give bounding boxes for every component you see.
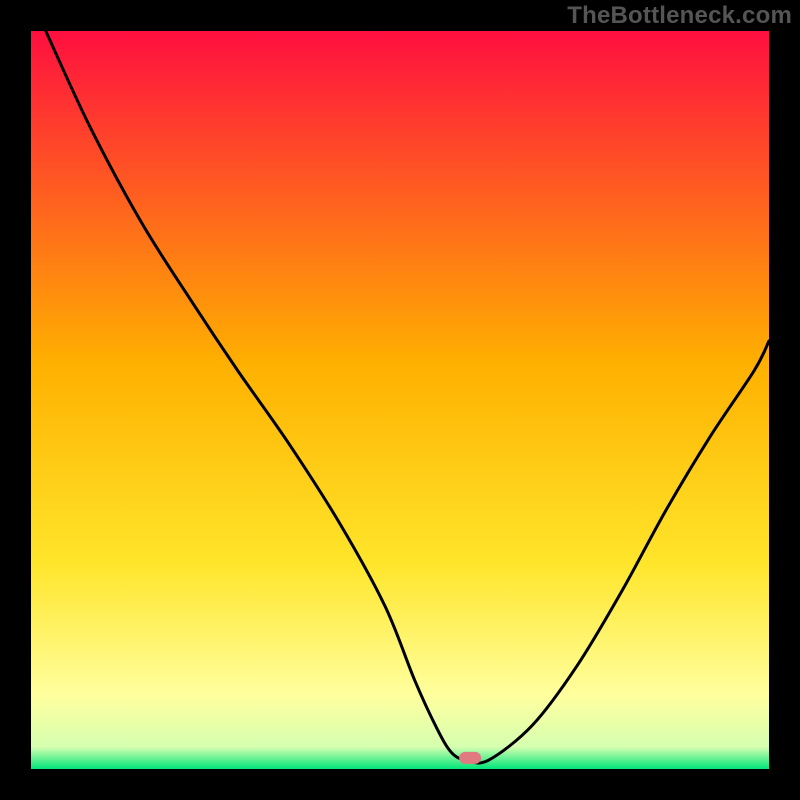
chart-svg [31, 31, 769, 769]
chart-container: TheBottleneck.com [0, 0, 800, 800]
plot-area [31, 31, 769, 769]
gradient-bg [31, 31, 769, 769]
minimum-marker [459, 752, 481, 764]
watermark-text: TheBottleneck.com [567, 2, 792, 30]
